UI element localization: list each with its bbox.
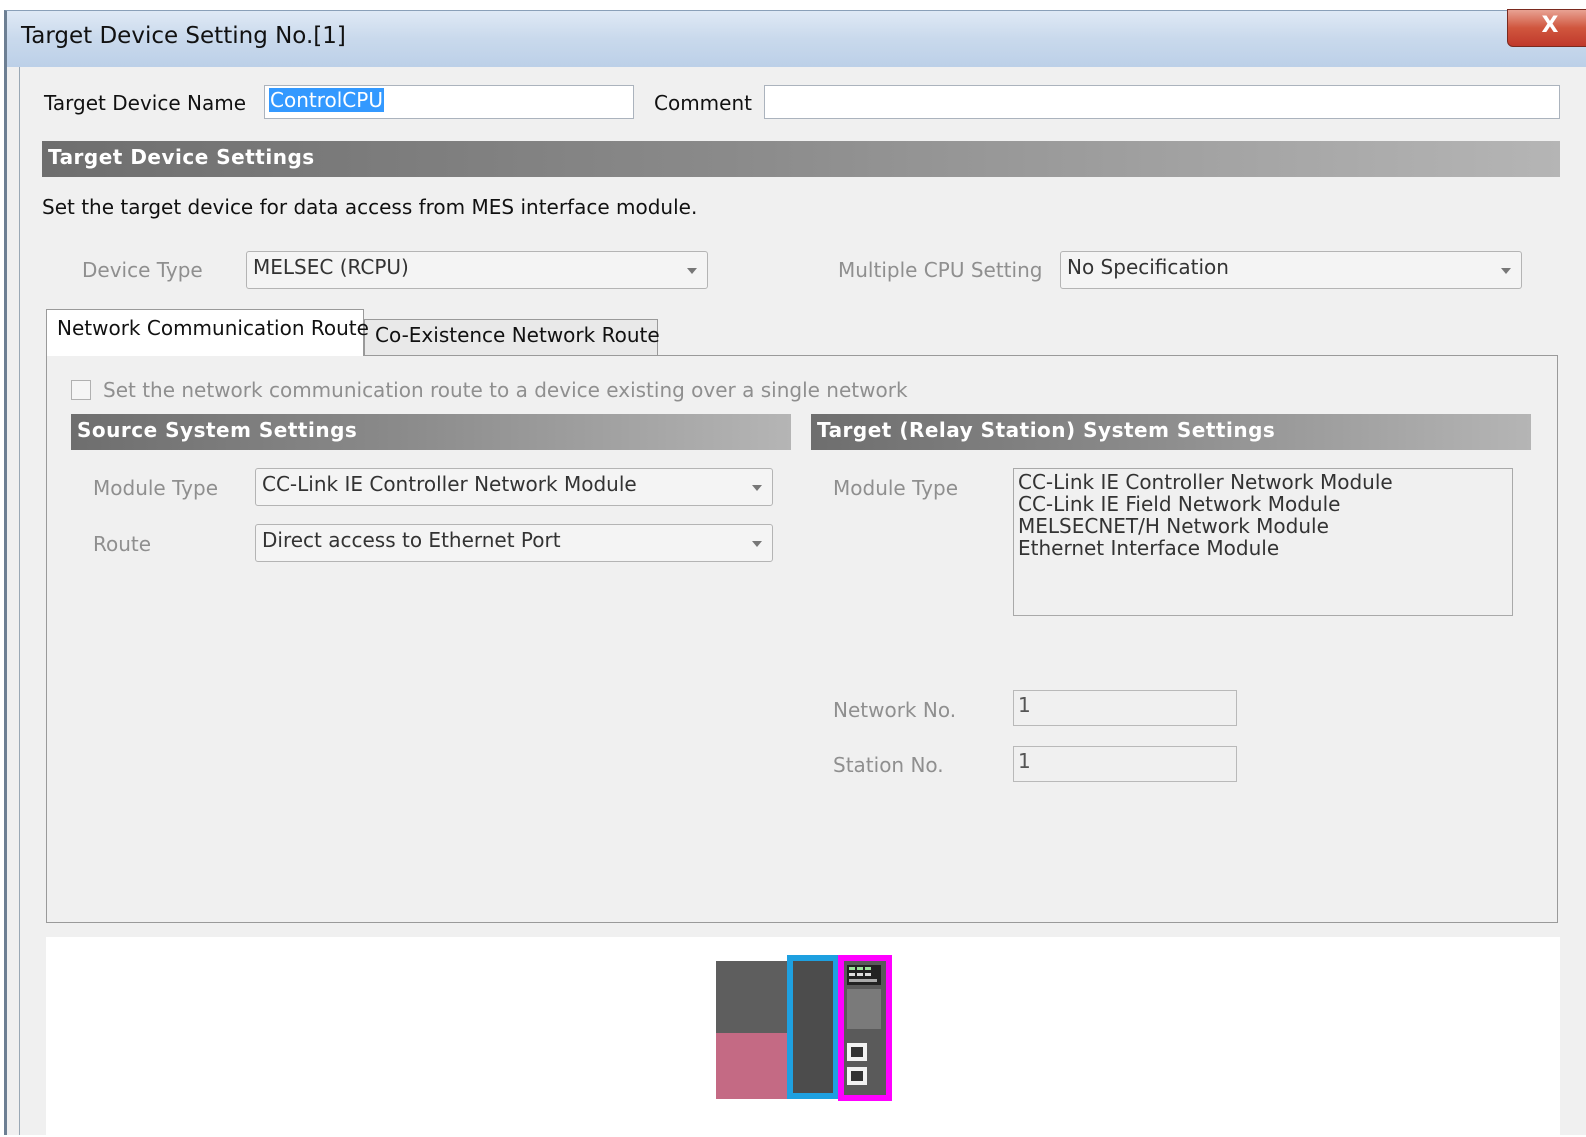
target-device-name-input[interactable]: ControlCPU bbox=[264, 85, 634, 119]
target-device-name-value: ControlCPU bbox=[269, 88, 384, 112]
multiple-cpu-setting-dropdown[interactable]: No Specification bbox=[1060, 251, 1522, 289]
target-module-type-list[interactable]: CC-Link IE Controller Network Module CC-… bbox=[1013, 468, 1513, 616]
target-module-type-label: Module Type bbox=[833, 476, 959, 500]
list-item[interactable]: MELSECNET/H Network Module bbox=[1018, 515, 1508, 537]
device-type-dropdown[interactable]: MELSEC (RCPU) bbox=[246, 251, 708, 289]
chevron-down-icon bbox=[687, 268, 697, 274]
chevron-down-icon bbox=[752, 541, 762, 547]
target-device-settings-heading: Target Device Settings bbox=[42, 141, 1560, 177]
single-network-checkbox-label: Set the network communication route to a… bbox=[103, 378, 908, 402]
list-item[interactable]: CC-Link IE Controller Network Module bbox=[1018, 471, 1508, 493]
network-no-label: Network No. bbox=[833, 698, 957, 722]
comment-label: Comment bbox=[654, 91, 752, 115]
multiple-cpu-setting-value: No Specification bbox=[1067, 255, 1229, 279]
tab-co-existence-network-route[interactable]: Co-Existence Network Route bbox=[364, 319, 660, 355]
network-route-panel: Set the network communication route to a… bbox=[46, 355, 1558, 923]
chevron-down-icon bbox=[752, 485, 762, 491]
target-system-settings-heading: Target (Relay Station) System Settings bbox=[811, 414, 1531, 450]
target-device-name-label: Target Device Name bbox=[44, 91, 246, 115]
station-no-input[interactable]: 1 bbox=[1013, 746, 1237, 782]
network-no-input[interactable]: 1 bbox=[1013, 690, 1237, 726]
device-type-label: Device Type bbox=[82, 258, 203, 282]
window-title: Target Device Setting No.[1] bbox=[21, 23, 346, 49]
dialog-content: Target Device Name ControlCPU Comment Ta… bbox=[19, 67, 1586, 1137]
source-route-label: Route bbox=[93, 532, 152, 556]
list-item[interactable]: Ethernet Interface Module bbox=[1018, 537, 1508, 559]
configuration-image-panel bbox=[46, 937, 1560, 1137]
source-module-type-value: CC-Link IE Controller Network Module bbox=[262, 472, 637, 496]
list-item[interactable]: CC-Link IE Field Network Module bbox=[1018, 493, 1508, 515]
multiple-cpu-setting-label: Multiple CPU Setting bbox=[838, 258, 1043, 282]
close-button[interactable]: X bbox=[1507, 9, 1586, 47]
power-supply-module bbox=[716, 1033, 788, 1099]
tab-network-communication-route[interactable]: Network Communication Route bbox=[46, 309, 369, 356]
base-unit-top bbox=[716, 961, 788, 1033]
station-no-label: Station No. bbox=[833, 753, 944, 777]
comment-input[interactable] bbox=[764, 85, 1560, 119]
settings-description: Set the target device for data access fr… bbox=[42, 195, 698, 219]
source-system-settings-heading: Source System Settings bbox=[71, 414, 791, 450]
chevron-down-icon bbox=[1501, 268, 1511, 274]
source-module-type-label: Module Type bbox=[93, 476, 219, 500]
single-network-checkbox[interactable] bbox=[71, 380, 91, 400]
cpu-module bbox=[793, 961, 833, 1093]
source-route-dropdown[interactable]: Direct access to Ethernet Port bbox=[255, 524, 773, 562]
title-bar[interactable]: Target Device Setting No.[1] X bbox=[7, 9, 1586, 67]
plc-module-illustration bbox=[716, 955, 892, 1101]
source-route-value: Direct access to Ethernet Port bbox=[262, 528, 561, 552]
device-type-value: MELSEC (RCPU) bbox=[253, 255, 409, 279]
source-module-type-dropdown[interactable]: CC-Link IE Controller Network Module bbox=[255, 468, 773, 506]
dialog-window: Target Device Setting No.[1] X Target De… bbox=[4, 9, 1586, 1137]
